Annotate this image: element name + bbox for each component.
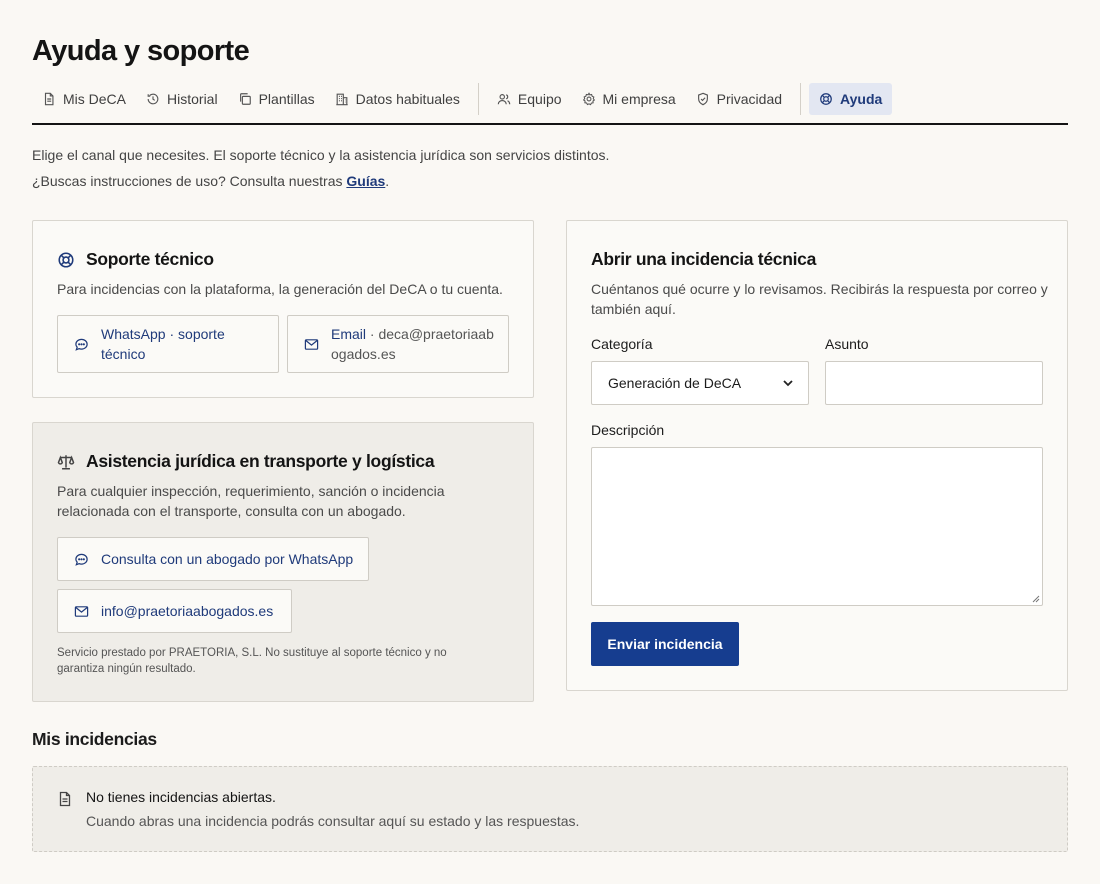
tab-mis-deca[interactable]: Mis DeCA (32, 83, 136, 115)
support-title-text: Soporte técnico (86, 249, 214, 269)
tab-divider (477, 83, 479, 115)
intro-line-2-text: ¿Buscas instrucciones de uso? Consulta n… (32, 173, 347, 189)
tab-historial[interactable]: Historial (136, 83, 228, 115)
lifebuoy-icon (819, 92, 833, 106)
description-textarea[interactable] (591, 447, 1043, 606)
tab-label: Mi empresa (602, 91, 676, 107)
ticket-form-title: Abrir una incidencia técnica (591, 249, 817, 269)
ticket-form-subtitle: Cuéntanos qué ocurre y lo revisamos. Rec… (591, 281, 1048, 317)
subject-label: Asunto (825, 336, 869, 352)
legal-whatsapp-label: Consulta con un abogado por WhatsApp (101, 551, 354, 567)
intro-text: Elige el canal que necesites. El soporte… (32, 142, 1068, 194)
page-title: Ayuda y soporte (32, 35, 250, 67)
tab-divider (800, 83, 802, 115)
tab-label: Historial (167, 91, 218, 107)
tab-label: Mis DeCA (63, 91, 127, 107)
legal-title-text: Asistencia jurídica en transporte y logí… (86, 451, 435, 471)
tab-mi-empresa[interactable]: Mi empresa (572, 83, 686, 115)
support-card: Soporte técnico Para incidencias con la … (32, 220, 534, 398)
chat-icon (74, 337, 89, 352)
intro-line-2-suffix: . (385, 173, 390, 189)
subject-input[interactable] (825, 361, 1043, 405)
support-email-separator: · (366, 326, 379, 342)
tab-equipo[interactable]: Equipo (487, 83, 572, 115)
legal-title: Asistencia jurídica en transporte y logí… (57, 451, 435, 472)
support-email-button[interactable]: Email · deca@praetoriaabogados.es (287, 315, 509, 373)
lifebuoy-icon (57, 251, 75, 269)
tab-bar: Mis DeCA Historial Plantillas Datos habi… (32, 83, 1068, 125)
my-tickets-title: Mis incidencias (32, 729, 157, 749)
support-email-text: Email · deca@praetoriaabogados.es (331, 324, 496, 364)
document-icon (42, 92, 56, 106)
legal-card: Asistencia jurídica en transporte y logí… (32, 422, 534, 702)
category-label: Categoría (591, 336, 653, 352)
legal-email-button[interactable]: info@praetoriaabogados.es (57, 589, 292, 633)
empty-state-text: Cuando abras una incidencia podrás consu… (86, 813, 580, 829)
ticket-form-card: Abrir una incidencia técnica Cuéntanos q… (566, 220, 1068, 691)
mail-icon (74, 604, 89, 619)
support-whatsapp-button[interactable]: WhatsApp · soporte técnico (57, 315, 279, 373)
legal-whatsapp-button[interactable]: Consulta con un abogado por WhatsApp (57, 537, 369, 581)
tab-ayuda[interactable]: Ayuda (809, 83, 893, 115)
tab-plantillas[interactable]: Plantillas (228, 83, 325, 115)
history-icon (146, 92, 160, 106)
page: Ayuda y soporte Mis DeCA Historial Plant… (32, 0, 1068, 852)
building-icon (335, 92, 349, 106)
legal-email-label: info@praetoriaabogados.es (101, 603, 274, 619)
tab-label: Ayuda (840, 91, 883, 107)
gear-icon (582, 92, 596, 106)
intro-line-1: Elige el canal que necesites. El soporte… (32, 147, 610, 163)
scales-icon (57, 453, 75, 471)
tab-datos-habituales[interactable]: Datos habituales (325, 83, 470, 115)
tab-label: Datos habituales (355, 91, 460, 107)
category-select-value: Generación de DeCA (608, 375, 742, 391)
copy-icon (238, 92, 252, 106)
empty-state-title: No tienes incidencias abiertas. (86, 789, 276, 805)
resize-handle-icon[interactable] (1032, 595, 1040, 603)
description-label: Descripción (591, 422, 665, 438)
guides-link[interactable]: Guías (346, 173, 385, 189)
users-icon (497, 92, 511, 106)
tab-label: Plantillas (258, 91, 315, 107)
my-tickets-empty-state: No tienes incidencias abiertas. Cuando a… (32, 766, 1068, 852)
intro-line-2: ¿Buscas instrucciones de uso? Consulta n… (32, 168, 1068, 194)
category-select[interactable]: Generación de DeCA (591, 361, 809, 405)
legal-disclaimer: Servicio prestado por PRAETORIA, S.L. No… (57, 647, 447, 675)
support-whatsapp-label: WhatsApp · soporte técnico (101, 326, 225, 362)
legal-subtitle: Para cualquier inspección, requerimiento… (57, 483, 445, 519)
chat-icon (74, 552, 89, 567)
support-subtitle: Para incidencias con la plataforma, la g… (57, 281, 503, 297)
tab-privacidad[interactable]: Privacidad (686, 83, 792, 115)
chevron-down-icon (782, 377, 794, 389)
shield-icon (696, 92, 710, 106)
support-title: Soporte técnico (57, 249, 214, 270)
mail-icon (304, 337, 319, 352)
support-email-label: Email (331, 326, 367, 342)
tab-label: Privacidad (716, 91, 783, 107)
document-icon (57, 791, 73, 807)
tab-label: Equipo (517, 91, 562, 107)
submit-ticket-button[interactable]: Enviar incidencia (591, 622, 739, 666)
